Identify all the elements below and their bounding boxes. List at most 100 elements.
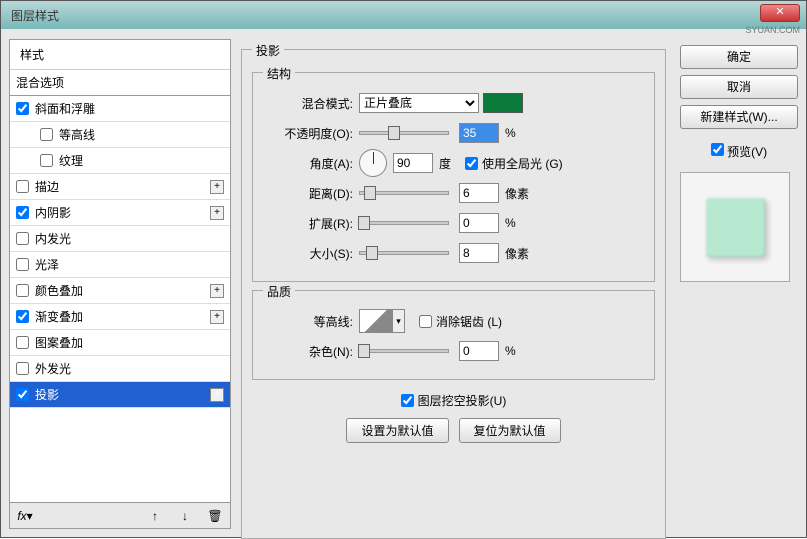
close-button[interactable]: ✕ <box>760 4 800 22</box>
move-up-icon[interactable]: ↑ <box>146 507 164 525</box>
trash-icon[interactable]: 🗑 <box>206 507 224 525</box>
styles-header[interactable]: 样式 <box>10 40 230 70</box>
angle-input[interactable] <box>393 153 433 173</box>
antialias-checkbox[interactable] <box>419 315 432 328</box>
style-checkbox[interactable] <box>16 362 29 375</box>
angle-dial[interactable] <box>359 149 387 177</box>
size-unit: 像素 <box>505 245 529 262</box>
size-label: 大小(S): <box>263 245 359 262</box>
opacity-slider[interactable] <box>359 131 449 135</box>
style-row[interactable]: 颜色叠加 + <box>10 278 230 304</box>
style-label: 斜面和浮雕 <box>35 100 95 117</box>
preview-shape <box>705 197 765 257</box>
contour-label: 等高线: <box>263 313 359 330</box>
preview-row: 预览(V) <box>680 143 798 160</box>
style-label: 投影 <box>35 386 59 403</box>
spread-input[interactable] <box>459 213 499 233</box>
move-down-icon[interactable]: ↓ <box>176 507 194 525</box>
style-row[interactable]: 内发光 <box>10 226 230 252</box>
style-label: 颜色叠加 <box>35 282 83 299</box>
style-checkbox[interactable] <box>40 154 53 167</box>
style-checkbox[interactable] <box>16 232 29 245</box>
style-checkbox[interactable] <box>16 388 29 401</box>
style-row[interactable]: 外发光 <box>10 356 230 382</box>
style-row[interactable]: 描边+ <box>10 174 230 200</box>
settings-panel: 投影 结构 混合模式: 正片叠底 不透明度(O): % <box>239 39 672 529</box>
spread-label: 扩展(R): <box>263 215 359 232</box>
noise-label: 杂色(N): <box>263 343 359 360</box>
fx-menu-icon[interactable]: fx▾ <box>16 507 34 525</box>
style-row[interactable]: 图案叠加 <box>10 330 230 356</box>
style-row[interactable]: 渐变叠加+ <box>10 304 230 330</box>
add-effect-button[interactable]: + <box>210 388 224 402</box>
style-row[interactable]: 等高线 <box>10 122 230 148</box>
size-slider[interactable] <box>359 251 449 255</box>
style-label: 内阴影 <box>35 204 71 221</box>
add-effect-button[interactable]: + <box>210 206 224 220</box>
shadow-color-swatch[interactable] <box>483 93 523 113</box>
angle-label: 角度(A): <box>263 155 359 172</box>
style-checkbox[interactable] <box>16 258 29 271</box>
style-label: 光泽 <box>35 256 59 273</box>
global-light-checkbox[interactable] <box>465 157 478 170</box>
blend-mode-label: 混合模式: <box>263 95 359 112</box>
blending-options-label: 混合选项 <box>16 74 64 91</box>
blending-options-row[interactable]: 混合选项 <box>10 70 230 96</box>
style-row[interactable]: 内阴影 + <box>10 200 230 226</box>
noise-slider[interactable] <box>359 349 449 353</box>
add-effect-button[interactable]: + <box>210 310 224 324</box>
knockout-label: 图层挖空投影(U) <box>418 392 507 409</box>
add-effect-button[interactable]: + <box>210 284 224 298</box>
add-effect-button[interactable]: + <box>210 180 224 194</box>
style-label: 等高线 <box>59 126 95 143</box>
style-checkbox[interactable] <box>16 284 29 297</box>
quality-title: 品质 <box>263 283 295 300</box>
quality-group: 品质 等高线: ▾ 消除锯齿 (L) 杂色(N): % <box>252 290 655 380</box>
distance-input[interactable] <box>459 183 499 203</box>
angle-unit: 度 <box>439 155 451 172</box>
opacity-unit: % <box>505 126 516 140</box>
noise-input[interactable] <box>459 341 499 361</box>
noise-unit: % <box>505 344 516 358</box>
right-button-panel: 确定 取消 新建样式(W)... 预览(V) <box>680 39 798 529</box>
spread-slider[interactable] <box>359 221 449 225</box>
style-checkbox[interactable] <box>40 128 53 141</box>
watermark: SYUAN.COM <box>745 25 800 35</box>
knockout-checkbox[interactable] <box>401 394 414 407</box>
reset-default-button[interactable]: 复位为默认值 <box>459 418 561 443</box>
blend-mode-select[interactable]: 正片叠底 <box>359 93 479 113</box>
contour-dropdown[interactable]: ▾ <box>393 309 405 333</box>
spread-unit: % <box>505 216 516 230</box>
size-input[interactable] <box>459 243 499 263</box>
make-default-button[interactable]: 设置为默认值 <box>346 418 448 443</box>
drop-shadow-group: 投影 结构 混合模式: 正片叠底 不透明度(O): % <box>241 49 666 539</box>
style-row[interactable]: 纹理 <box>10 148 230 174</box>
distance-slider[interactable] <box>359 191 449 195</box>
style-checkbox[interactable] <box>16 102 29 115</box>
cancel-button[interactable]: 取消 <box>680 75 798 99</box>
style-checkbox[interactable] <box>16 336 29 349</box>
style-row[interactable]: 斜面和浮雕 <box>10 96 230 122</box>
ok-button[interactable]: 确定 <box>680 45 798 69</box>
style-label: 纹理 <box>59 152 83 169</box>
structure-group: 结构 混合模式: 正片叠底 不透明度(O): % 角度(A): <box>252 72 655 282</box>
window-title: 图层样式 <box>5 7 59 24</box>
drop-shadow-title: 投影 <box>252 42 284 59</box>
new-style-button[interactable]: 新建样式(W)... <box>680 105 798 129</box>
preview-checkbox[interactable] <box>711 143 724 156</box>
style-row[interactable]: 投影 + <box>10 382 230 408</box>
styles-footer: fx▾ ↑ ↓ 🗑 <box>10 502 230 528</box>
contour-picker[interactable] <box>359 309 393 333</box>
style-row[interactable]: 光泽 <box>10 252 230 278</box>
global-light-label: 使用全局光 (G) <box>482 155 563 172</box>
style-label: 内发光 <box>35 230 71 247</box>
titlebar[interactable]: 图层样式 ✕ <box>1 1 806 29</box>
style-checkbox[interactable] <box>16 310 29 323</box>
layer-style-dialog: 图层样式 ✕ SYUAN.COM 样式 混合选项 斜面和浮雕等高线纹理描边+内阴… <box>0 0 807 538</box>
opacity-input[interactable] <box>459 123 499 143</box>
antialias-label: 消除锯齿 (L) <box>436 313 502 330</box>
style-checkbox[interactable] <box>16 206 29 219</box>
style-checkbox[interactable] <box>16 180 29 193</box>
style-label: 图案叠加 <box>35 334 83 351</box>
styles-list-panel: 样式 混合选项 斜面和浮雕等高线纹理描边+内阴影+内发光光泽颜色叠加+渐变叠加+… <box>9 39 231 529</box>
